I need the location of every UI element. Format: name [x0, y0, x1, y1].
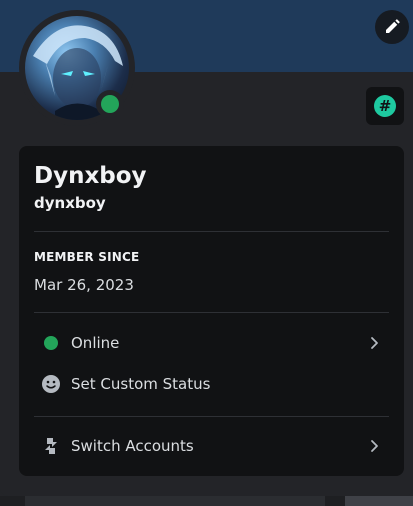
- profile-badge[interactable]: #: [366, 87, 404, 125]
- divider: [34, 416, 389, 417]
- pencil-icon: [386, 19, 400, 33]
- bottom-strip-segment: [25, 496, 325, 506]
- display-name: Dynxboy: [34, 163, 147, 189]
- username: dynxboy: [34, 194, 106, 212]
- hashtag-badge-icon: #: [374, 95, 396, 117]
- divider: [34, 231, 389, 232]
- status-online-label: Online: [71, 334, 120, 352]
- online-status-icon: [96, 90, 124, 118]
- chevron-right-icon: [371, 440, 378, 452]
- bottom-strip: [0, 496, 413, 506]
- switch-accounts-label: Switch Accounts: [71, 437, 194, 455]
- bottom-strip-segment: [345, 496, 413, 506]
- smiley-icon: [41, 374, 61, 394]
- divider: [34, 312, 389, 313]
- profile-card: Dynxboy dynxboy MEMBER SINCE Mar 26, 202…: [19, 146, 404, 476]
- member-since-title: MEMBER SINCE: [34, 250, 140, 264]
- chevron-right-icon: [371, 337, 378, 349]
- set-custom-status-label: Set Custom Status: [71, 375, 211, 393]
- online-status-icon: [41, 333, 61, 353]
- switch-accounts-icon: [41, 436, 61, 456]
- status-online-item[interactable]: Online: [27, 326, 396, 360]
- user-profile-popout: # Dynxboy dynxboy MEMBER SINCE Mar 26, 2…: [0, 0, 413, 496]
- edit-profile-button[interactable]: [375, 10, 409, 44]
- switch-accounts-item[interactable]: Switch Accounts: [27, 429, 396, 463]
- member-since-date: Mar 26, 2023: [34, 276, 134, 294]
- set-custom-status-item[interactable]: Set Custom Status: [27, 367, 396, 401]
